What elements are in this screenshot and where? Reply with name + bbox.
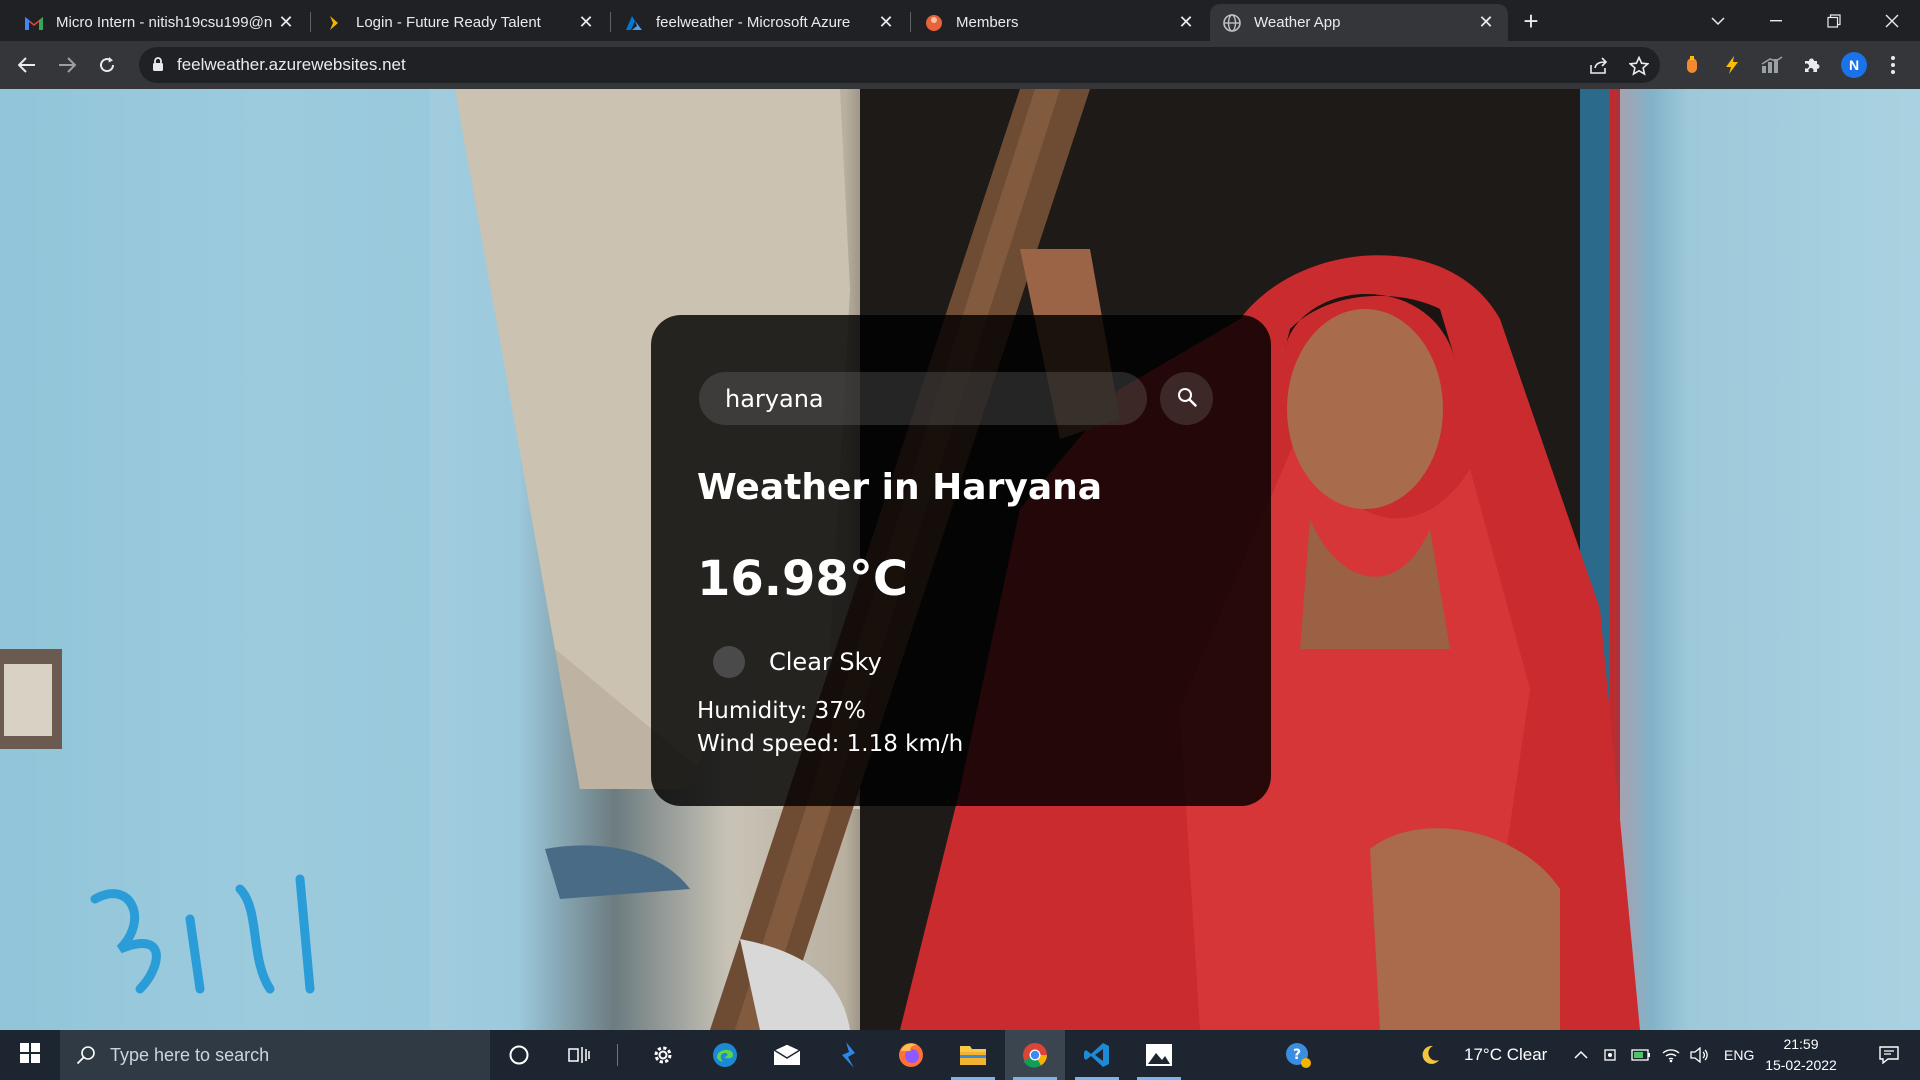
edge-browser-icon[interactable] bbox=[695, 1030, 755, 1080]
svg-text:?: ? bbox=[1293, 1047, 1301, 1063]
tab-divider bbox=[310, 12, 311, 32]
extension-orange-icon[interactable] bbox=[1680, 53, 1704, 77]
lock-icon bbox=[152, 57, 164, 77]
help-icon[interactable]: ? bbox=[1268, 1030, 1328, 1080]
close-tab-icon[interactable]: ✕ bbox=[1476, 12, 1496, 33]
close-tab-icon[interactable]: ✕ bbox=[576, 12, 596, 33]
gmail-icon bbox=[24, 13, 44, 33]
vscode-icon[interactable] bbox=[1067, 1030, 1127, 1080]
tab-title: Weather App bbox=[1254, 14, 1341, 31]
taskbar-search-placeholder: Type here to search bbox=[110, 1044, 270, 1065]
settings-gear-icon[interactable] bbox=[633, 1030, 693, 1080]
tab-title: Micro Intern - nitish19csu199@n bbox=[56, 14, 273, 31]
tab-search-icon[interactable] bbox=[1690, 0, 1746, 41]
tab-title: feelweather - Microsoft Azure bbox=[656, 14, 851, 31]
minimize-icon[interactable] bbox=[1748, 0, 1804, 41]
weather-condition-icon bbox=[713, 646, 745, 678]
tab-gmail[interactable]: Micro Intern - nitish19csu199@n ✕ bbox=[12, 4, 308, 41]
city-heading: Weather in Haryana bbox=[697, 467, 1103, 508]
taskbar-divider bbox=[617, 1044, 618, 1066]
bookmark-star-icon[interactable] bbox=[1628, 55, 1650, 77]
close-tab-icon[interactable]: ✕ bbox=[1176, 12, 1196, 33]
city-search-input[interactable] bbox=[699, 372, 1147, 425]
power-automate-icon[interactable] bbox=[819, 1030, 879, 1080]
search-icon bbox=[1177, 387, 1197, 410]
url-text: feelweather.azurewebsites.net bbox=[177, 55, 406, 74]
battery-icon[interactable] bbox=[1628, 1030, 1654, 1080]
cortana-icon[interactable] bbox=[489, 1030, 549, 1080]
mail-icon[interactable] bbox=[757, 1030, 817, 1080]
show-hidden-icons-chevron-icon[interactable] bbox=[1568, 1030, 1594, 1080]
photos-icon[interactable] bbox=[1129, 1030, 1189, 1080]
page-background: Weather in Haryana 16.98°C Clear Sky Hum… bbox=[0, 89, 1920, 1030]
temperature: 16.98°C bbox=[697, 551, 909, 607]
close-tab-icon[interactable]: ✕ bbox=[876, 12, 896, 33]
taskbar: Type here to search ? 17°C Clear ENG 21:… bbox=[0, 1030, 1920, 1080]
notifications-icon[interactable] bbox=[1864, 1030, 1914, 1080]
new-tab-button[interactable]: + bbox=[1517, 6, 1545, 36]
extension-chart-icon[interactable] bbox=[1760, 53, 1784, 77]
windows-logo-icon bbox=[20, 1042, 40, 1068]
weather-card: Weather in Haryana 16.98°C Clear Sky Hum… bbox=[651, 315, 1271, 806]
task-view-icon[interactable] bbox=[549, 1030, 609, 1080]
tab-divider bbox=[610, 12, 611, 32]
tab-strip: Micro Intern - nitish19csu199@n ✕ Login … bbox=[0, 0, 1920, 41]
forward-button[interactable] bbox=[51, 49, 83, 81]
back-button[interactable] bbox=[11, 49, 43, 81]
language-indicator[interactable]: ENG bbox=[1724, 1030, 1754, 1080]
azure-icon bbox=[624, 13, 644, 33]
menu-kebab-icon[interactable] bbox=[1881, 53, 1905, 77]
meet-now-icon[interactable] bbox=[1598, 1030, 1624, 1080]
taskbar-weather-widget[interactable]: 17°C Clear bbox=[1464, 1030, 1547, 1080]
humidity-text: Humidity: 37% bbox=[697, 698, 866, 724]
tab-members[interactable]: Members ✕ bbox=[912, 4, 1208, 41]
profile-avatar[interactable]: N bbox=[1841, 52, 1867, 78]
search-button[interactable] bbox=[1160, 372, 1213, 425]
reload-button[interactable] bbox=[91, 49, 123, 81]
address-bar[interactable]: feelweather.azurewebsites.net bbox=[139, 47, 1660, 83]
members-icon bbox=[924, 13, 944, 33]
clock-date: 15-02-2022 bbox=[1765, 1057, 1837, 1073]
extensions-puzzle-icon[interactable] bbox=[1800, 53, 1824, 77]
tab-title: Members bbox=[956, 14, 1019, 31]
close-window-icon[interactable] bbox=[1864, 0, 1920, 41]
clock[interactable]: 21:59 15-02-2022 bbox=[1765, 1034, 1837, 1076]
start-button[interactable] bbox=[0, 1030, 60, 1080]
tab-future-ready-talent[interactable]: Login - Future Ready Talent ✕ bbox=[312, 4, 608, 41]
weather-moon-icon bbox=[1410, 1030, 1450, 1080]
tab-divider bbox=[910, 12, 911, 32]
browser-toolbar: feelweather.azurewebsites.net N bbox=[0, 41, 1920, 89]
share-icon[interactable] bbox=[1588, 55, 1610, 77]
wind-speed-text: Wind speed: 1.18 km/h bbox=[697, 731, 964, 757]
weather-condition: Clear Sky bbox=[769, 648, 882, 676]
firefox-icon[interactable] bbox=[881, 1030, 941, 1080]
volume-icon[interactable] bbox=[1686, 1030, 1712, 1080]
file-explorer-icon[interactable] bbox=[943, 1030, 1003, 1080]
close-tab-icon[interactable]: ✕ bbox=[276, 12, 296, 33]
globe-icon bbox=[1222, 13, 1242, 33]
tab-title: Login - Future Ready Talent bbox=[356, 14, 541, 31]
restore-icon[interactable] bbox=[1806, 0, 1862, 41]
tab-azure[interactable]: feelweather - Microsoft Azure ✕ bbox=[612, 4, 908, 41]
taskbar-search-box[interactable]: Type here to search bbox=[60, 1030, 490, 1080]
wifi-icon[interactable] bbox=[1658, 1030, 1684, 1080]
search-icon bbox=[76, 1045, 96, 1065]
extension-bolt-icon[interactable] bbox=[1720, 53, 1744, 77]
chrome-icon[interactable] bbox=[1005, 1030, 1065, 1080]
future-ready-talent-icon bbox=[324, 13, 344, 33]
clock-time: 21:59 bbox=[1783, 1036, 1819, 1052]
tab-weather-app[interactable]: Weather App ✕ bbox=[1210, 4, 1508, 41]
